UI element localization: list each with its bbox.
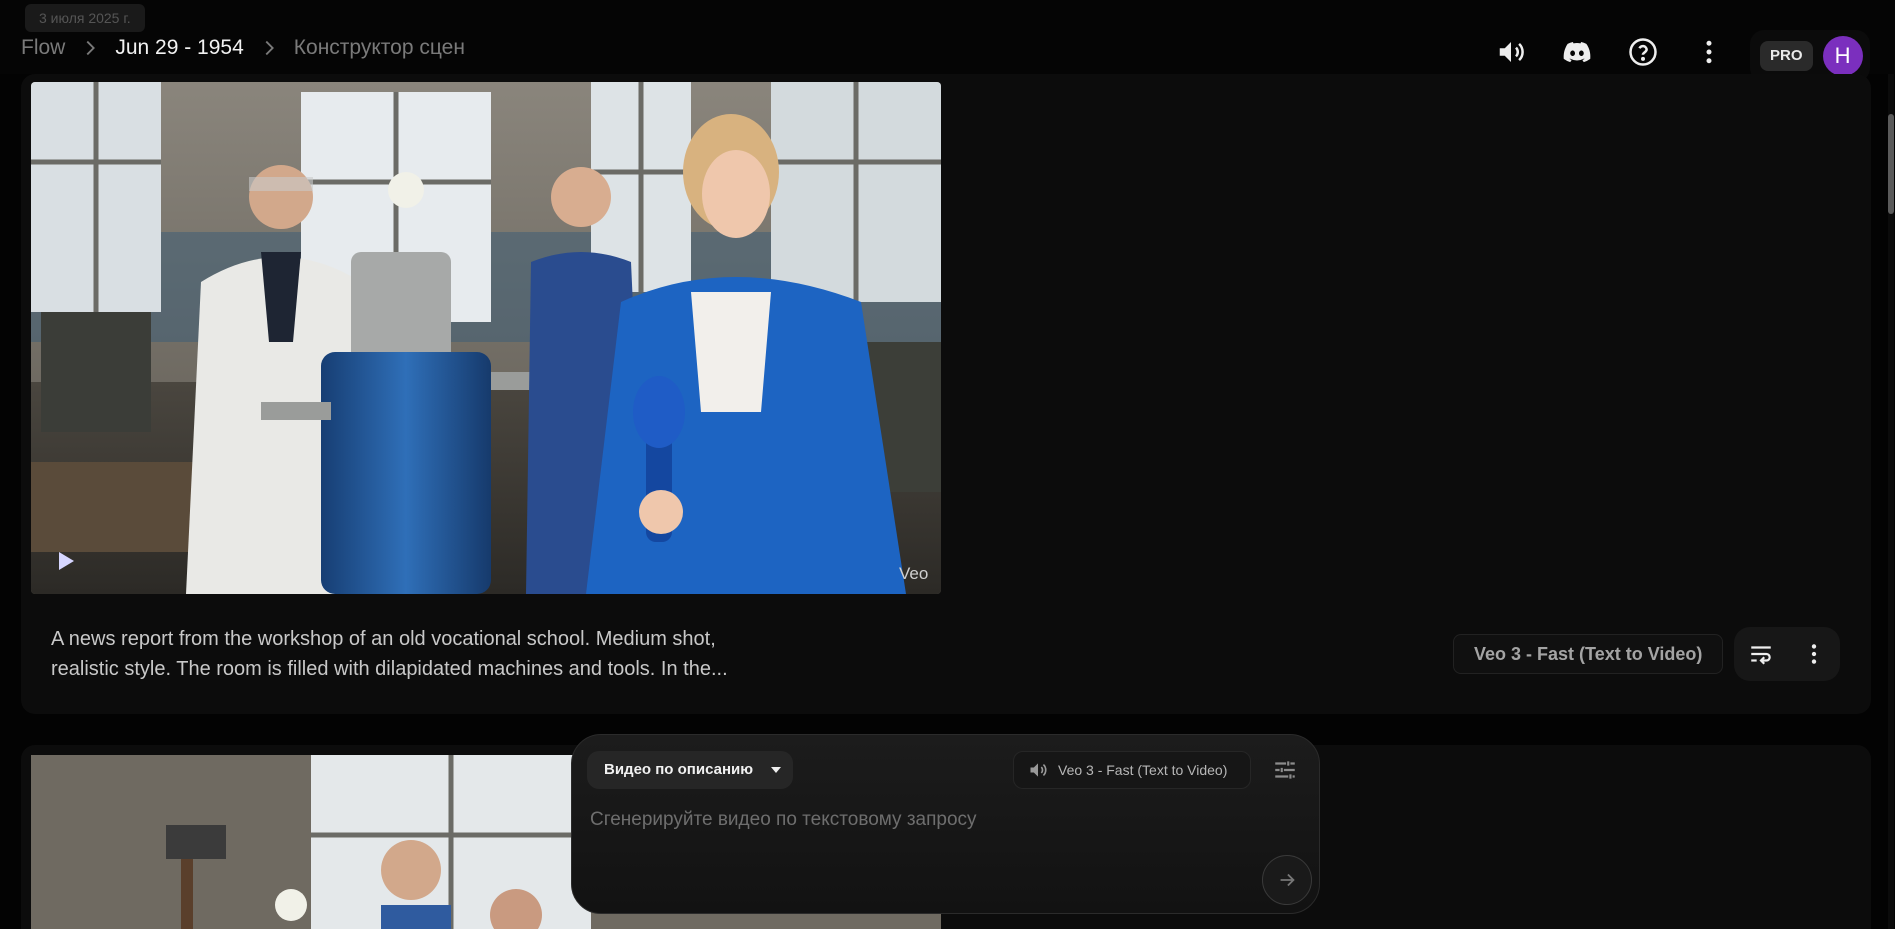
discord-button[interactable]: [1559, 34, 1595, 70]
video-card: Veo A news report from the workshop of a…: [21, 74, 1871, 714]
pro-badge: PRO: [1760, 41, 1813, 71]
tune-settings-icon[interactable]: [1272, 757, 1298, 783]
speaker-icon: [1499, 42, 1524, 62]
more-options-button[interactable]: [1691, 34, 1727, 70]
prompt-input[interactable]: [590, 805, 1290, 835]
model-tag: Veo 3 - Fast (Text to Video): [1453, 634, 1724, 674]
video-frame-image: [31, 82, 941, 594]
flow-app: 3 июля 2025 г. Flow Jun 29 - 1954 Констр…: [0, 0, 1895, 929]
chevron-right-icon: [265, 40, 274, 56]
sound-button[interactable]: [1493, 34, 1529, 70]
breadcrumb-scene-builder: Конструктор сцен: [293, 36, 465, 59]
arrow-right-icon: [1280, 873, 1295, 887]
prompt-text[interactable]: A news report from the workshop of an ol…: [51, 624, 781, 684]
caret-down-icon: [771, 767, 782, 773]
date-chip: 3 июля 2025 г.: [25, 4, 145, 32]
chevron-right-icon: [86, 40, 96, 56]
avatar[interactable]: H: [1822, 36, 1863, 76]
speaker-icon: [1030, 763, 1047, 777]
card-actions: [1734, 627, 1840, 681]
model-selector-label: Veo 3 - Fast (Text to Video): [1058, 762, 1228, 778]
breadcrumb-flow[interactable]: Flow: [21, 36, 65, 60]
prompt-composer: Видео по описанию Veo 3 - Fast (Text to …: [571, 734, 1320, 914]
video-thumbnail[interactable]: Veo: [31, 82, 941, 594]
top-bar: 3 июля 2025 г. Flow Jun 29 - 1954 Констр…: [0, 0, 1895, 82]
breadcrumb: Flow Jun 29 - 1954 Конструктор сцен: [21, 36, 465, 60]
generation-mode-label: Видео по описанию: [604, 761, 754, 778]
more-vertical-icon: [1706, 40, 1712, 64]
help-icon: [1629, 38, 1657, 66]
breadcrumb-project[interactable]: Jun 29 - 1954: [115, 36, 243, 60]
scrollbar-thumb[interactable]: [1888, 114, 1894, 214]
veo-watermark: Veo: [899, 564, 929, 583]
reuse-prompt-icon[interactable]: [1748, 641, 1774, 667]
model-selector[interactable]: Veo 3 - Fast (Text to Video): [1013, 751, 1251, 789]
more-vertical-icon[interactable]: [1801, 641, 1827, 667]
discord-icon: [1563, 42, 1591, 63]
help-button[interactable]: [1625, 34, 1661, 70]
top-actions: [1493, 34, 1727, 70]
send-button[interactable]: [1262, 855, 1312, 905]
play-icon[interactable]: [59, 552, 74, 570]
generation-mode-dropdown[interactable]: Видео по описанию: [587, 751, 794, 789]
page-scrollbar[interactable]: [1888, 74, 1894, 929]
